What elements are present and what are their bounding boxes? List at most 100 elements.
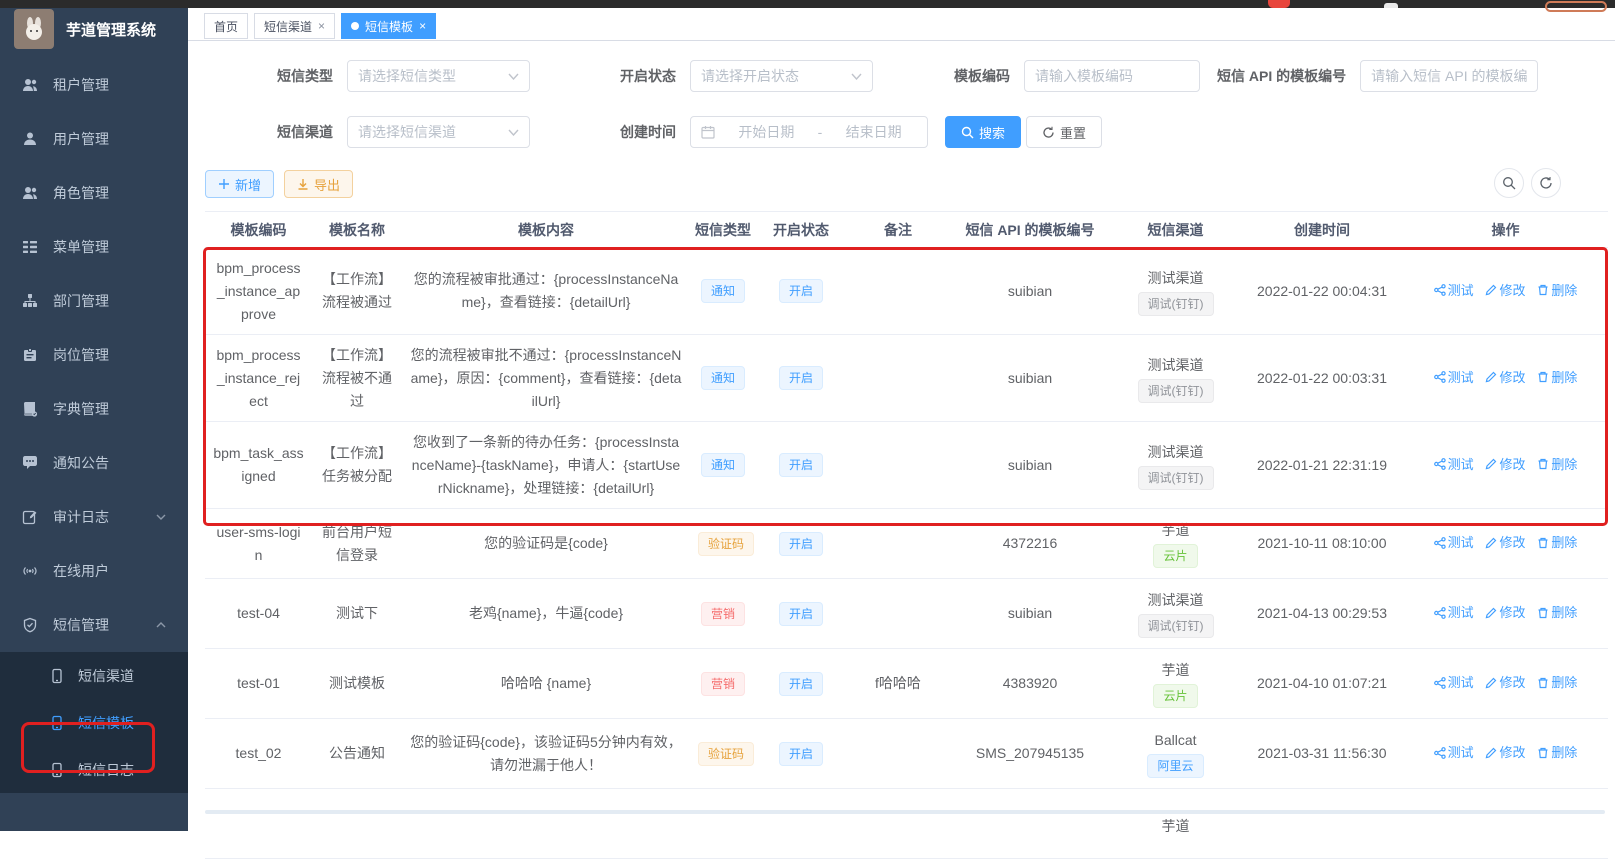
sidebar-item-audit-log[interactable]: 审计日志 — [0, 490, 188, 544]
cell-api-id: SMS_207945135 — [950, 718, 1110, 789]
test-link[interactable]: 测试 — [1433, 279, 1474, 302]
edit-link[interactable]: 修改 — [1485, 279, 1526, 302]
table-toolbar: 新增 导出 — [188, 168, 1615, 198]
sidebar-item-sms-log[interactable]: 短信日志 — [0, 746, 188, 793]
type-tag: 通知 — [700, 453, 745, 477]
horizontal-scrollbar[interactable] — [205, 810, 1605, 814]
close-icon[interactable]: × — [318, 20, 325, 32]
cell-remark: f哈哈哈 — [846, 648, 950, 719]
sidebar-item-menu[interactable]: 菜单管理 — [0, 220, 188, 274]
cell-name: 测试模板 — [312, 648, 402, 719]
cell-operations: 测试 修改 删除 — [1403, 247, 1608, 335]
sidebar-item-role[interactable]: 角色管理 — [0, 166, 188, 220]
chevron-down-icon — [851, 73, 862, 80]
channel-tag: 调试(钉钉) — [1137, 614, 1214, 638]
cell-remark — [846, 247, 950, 335]
header-channel: 短信渠道 — [1110, 211, 1241, 248]
test-link[interactable]: 测试 — [1433, 601, 1474, 624]
tabs-bar: 首页 短信渠道 × 短信模板 × — [188, 8, 1615, 41]
sidebar-item-sms-management[interactable]: 短信管理 — [0, 598, 188, 652]
cell-status: 开启 — [756, 648, 846, 719]
template-code-input[interactable] — [1035, 68, 1189, 84]
channel-tag: 调试(钉钉) — [1137, 378, 1214, 403]
sidebar-item-label: 用户管理 — [53, 131, 109, 147]
add-button[interactable]: 新增 — [205, 170, 275, 198]
cell-code: bpm_process_instance_reject — [205, 334, 312, 422]
cell-type: 通知 — [690, 421, 756, 509]
table-row: bpm_process_instance_reject 【工作流】流程被不通过 … — [205, 334, 1608, 422]
channel-name: 芋道 — [1161, 662, 1190, 678]
export-button[interactable]: 导出 — [284, 170, 354, 198]
sms-type-select[interactable]: 请选择短信类型 — [347, 60, 530, 92]
test-link[interactable]: 测试 — [1433, 741, 1474, 764]
delete-link[interactable]: 删除 — [1537, 279, 1577, 302]
api-template-id-field: 短信 API 的模板编号 — [1217, 60, 1539, 92]
plus-icon — [218, 178, 230, 190]
toggle-search-button[interactable] — [1494, 168, 1524, 198]
sidebar-item-tenant[interactable]: 租户管理 — [0, 58, 188, 112]
reset-button[interactable]: 重置 — [1026, 116, 1103, 148]
status-tag: 开启 — [778, 601, 823, 626]
sidebar-item-label: 短信渠道 — [78, 667, 134, 684]
sms-shield-icon — [22, 617, 38, 633]
sidebar-item-sms-channel[interactable]: 短信渠道 — [0, 652, 188, 699]
delete-link[interactable]: 删除 — [1537, 531, 1577, 554]
delete-link[interactable]: 删除 — [1537, 671, 1577, 694]
delete-link[interactable]: 删除 — [1537, 366, 1577, 389]
test-link[interactable]: 测试 — [1433, 366, 1474, 389]
header-name: 模板名称 — [312, 211, 402, 248]
sidebar-item-post[interactable]: 岗位管理 — [0, 328, 188, 382]
sidebar-item-dict[interactable]: 字典管理 — [0, 382, 188, 436]
delete-link[interactable]: 删除 — [1537, 741, 1577, 764]
cell-operations: 测试 修改 删除 — [1403, 648, 1608, 719]
test-link[interactable]: 测试 — [1433, 671, 1474, 694]
cell-created: 2022-01-21 22:31:19 — [1241, 421, 1403, 509]
edit-link[interactable]: 修改 — [1485, 366, 1526, 389]
status-select[interactable]: 请选择开启状态 — [690, 60, 873, 92]
calendar-icon — [701, 125, 715, 139]
date-range-picker[interactable]: 开始日期 - 结束日期 — [690, 116, 928, 148]
channel-name: 测试渠道 — [1147, 356, 1204, 373]
edit-link[interactable]: 修改 — [1485, 741, 1526, 764]
cell-channel: Ballcat 阿里云 — [1110, 718, 1241, 789]
channel-tag: 阿里云 — [1147, 754, 1204, 778]
sidebar-item-user[interactable]: 用户管理 — [0, 112, 188, 166]
cell-type: 通知 — [690, 247, 756, 335]
sidebar-item-notice[interactable]: 通知公告 — [0, 436, 188, 490]
tab-sms-template[interactable]: 短信模板 × — [341, 13, 437, 39]
channel-name: 测试渠道 — [1147, 443, 1204, 460]
header-operations: 操作 — [1403, 211, 1608, 248]
browser-toolbar-strip — [0, 0, 1615, 12]
edit-link[interactable]: 修改 — [1485, 601, 1526, 624]
test-link[interactable]: 测试 — [1433, 531, 1474, 554]
cell-operations — [1403, 788, 1608, 859]
main-content: 首页 短信渠道 × 短信模板 × 短信类型 请选择短信类型 开启状态 请选择开启… — [188, 8, 1615, 859]
download-icon — [297, 178, 309, 190]
search-form-row-2: 短信渠道 请选择短信渠道 创建时间 开始日期 - 结束日期 搜索 重置 — [188, 116, 1615, 148]
edit-link[interactable]: 修改 — [1485, 453, 1526, 476]
refresh-icon — [1042, 126, 1055, 139]
channel-name: 芋道 — [1161, 522, 1190, 538]
tab-sms-channel[interactable]: 短信渠道 × — [254, 13, 336, 39]
api-template-id-input[interactable] — [1371, 68, 1528, 84]
cell-content — [402, 788, 690, 859]
delete-link[interactable]: 删除 — [1537, 601, 1577, 624]
refresh-table-button[interactable] — [1531, 168, 1561, 198]
cell-remark — [846, 788, 950, 859]
sidebar-item-label: 角色管理 — [53, 185, 109, 201]
app-logo-row: 芋道管理系统 — [0, 0, 188, 58]
test-link[interactable]: 测试 — [1433, 453, 1474, 476]
cell-api-id: suibian — [950, 578, 1110, 649]
search-button[interactable]: 搜索 — [945, 116, 1022, 148]
header-status: 开启状态 — [756, 211, 846, 248]
tab-home[interactable]: 首页 — [204, 13, 249, 39]
sidebar-item-sms-template[interactable]: 短信模板 — [0, 699, 188, 746]
delete-link[interactable]: 删除 — [1537, 453, 1577, 476]
edit-link[interactable]: 修改 — [1485, 531, 1526, 554]
edit-link[interactable]: 修改 — [1485, 671, 1526, 694]
close-icon[interactable]: × — [419, 20, 426, 32]
sidebar-item-dept[interactable]: 部门管理 — [0, 274, 188, 328]
date-separator: - — [817, 124, 823, 140]
sidebar-item-online-user[interactable]: 在线用户 — [0, 544, 188, 598]
sms-channel-select[interactable]: 请选择短信渠道 — [347, 116, 530, 148]
